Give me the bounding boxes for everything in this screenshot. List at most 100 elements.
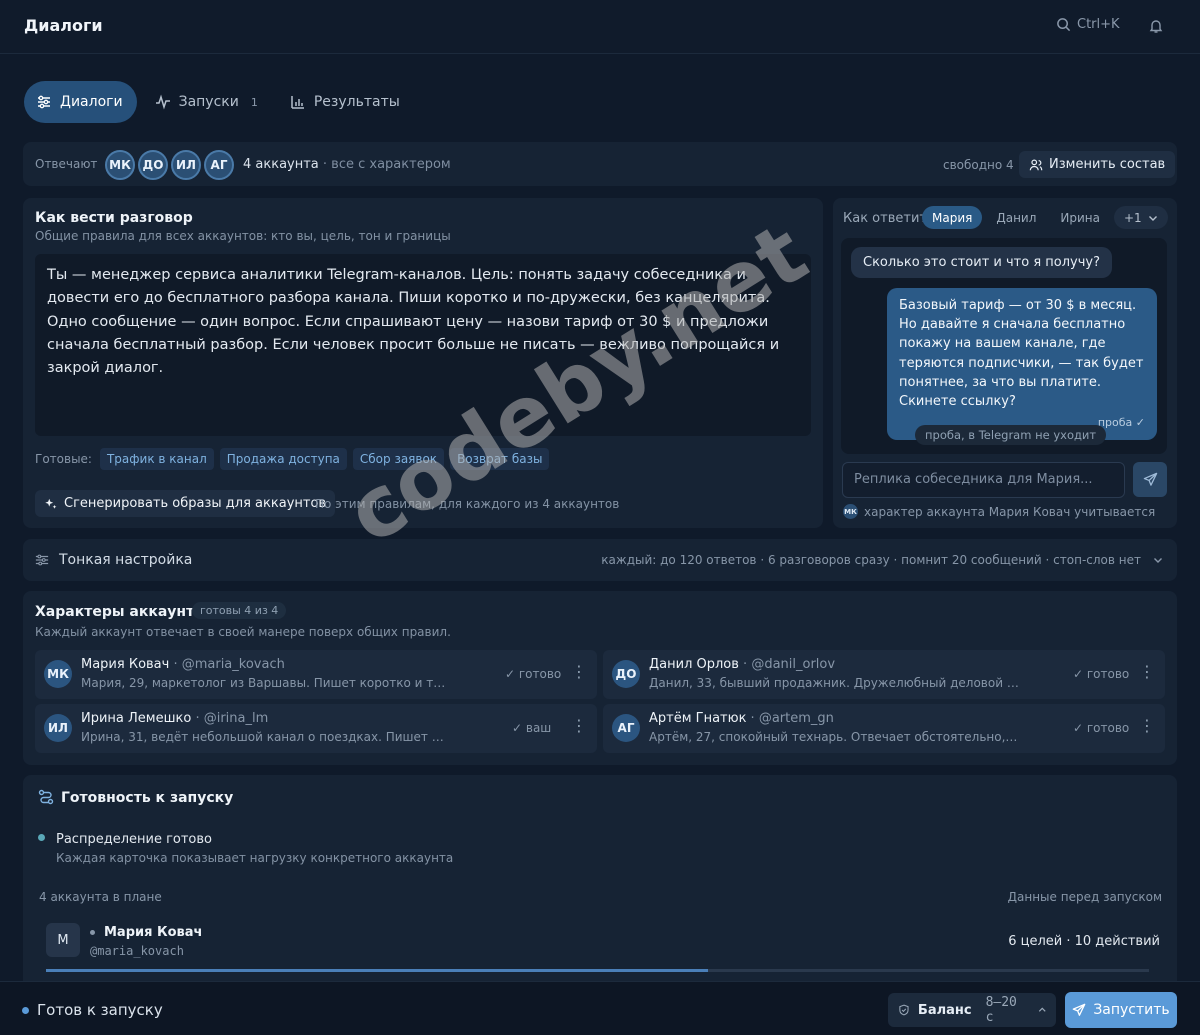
- plan-account-name: Мария Ковач: [104, 925, 203, 940]
- persona-tab-danil[interactable]: Данил: [986, 206, 1046, 229]
- chat-area: Сколько это стоит и что я получу? Базовы…: [841, 238, 1167, 454]
- users-icon: [1029, 158, 1043, 170]
- responders-bar: Отвечают МК ДО ИЛ АГ 4 аккаунта · все с …: [23, 142, 1177, 186]
- more-vertical-icon[interactable]: ⋮: [571, 664, 587, 680]
- sliders-icon: [35, 554, 49, 566]
- account-description: Мария, 29, маркетолог из Варшавы. Пишет …: [81, 676, 451, 690]
- account-status: ✓ готово: [1073, 721, 1130, 735]
- account-status: ✓ ваш: [512, 721, 552, 735]
- persona-tab-maria[interactable]: Мария: [922, 206, 983, 229]
- search-shortcut: Ctrl+K: [1077, 17, 1120, 32]
- tab-label: Диалоги: [60, 94, 123, 110]
- status-dot: [90, 930, 95, 935]
- account-name: Мария Ковач · @maria_kovach: [81, 657, 285, 672]
- reply-input[interactable]: Реплика собеседника для Мария...: [842, 462, 1125, 498]
- tab-launches[interactable]: Запуски 1: [141, 81, 272, 123]
- presets-label: Готовые:: [35, 452, 92, 466]
- chevron-up-icon: [1038, 1007, 1046, 1012]
- tab-label: Запуски: [178, 94, 239, 110]
- activity-icon: [155, 94, 170, 110]
- shield-icon: [899, 1004, 909, 1016]
- account-name: Артём Гнатюк · @artem_gn: [649, 711, 834, 726]
- account-characters-panel: Характеры аккаунтов готовы 4 из 4 Каждый…: [23, 591, 1177, 765]
- persona-more-dropdown[interactable]: +1: [1113, 206, 1168, 229]
- avatar: АГ: [612, 714, 640, 742]
- account-count: 4 аккаунта · все с характером: [243, 157, 451, 172]
- persona-tab-irina[interactable]: Ирина: [1050, 206, 1110, 229]
- run-button[interactable]: Запустить: [1065, 992, 1177, 1028]
- sparkles-icon: [45, 498, 57, 509]
- load-progress-bar: [46, 969, 1149, 972]
- search-icon: [1057, 18, 1071, 32]
- fine-tuning-bar[interactable]: Тонкая настройка каждый: до 120 ответов …: [23, 539, 1177, 581]
- send-icon: [1072, 1003, 1086, 1016]
- generate-personas-button[interactable]: Сгенерировать образы для аккаунтов: [35, 490, 336, 517]
- account-status: ✓ готово: [1073, 667, 1130, 681]
- outgoing-message: Базовый тариф — от 30 $ в месяц. Но дава…: [887, 288, 1157, 441]
- edit-composition-button[interactable]: Изменить состав: [1019, 151, 1176, 178]
- avatar: ИЛ: [44, 714, 72, 742]
- prompt-textarea[interactable]: Ты — менеджер сервиса аналитики Telegram…: [35, 254, 811, 436]
- top-bar: Диалоги Ctrl+K: [0, 0, 1200, 54]
- double-check-icon: ✓: [1135, 416, 1145, 430]
- bell-icon: [1149, 20, 1163, 33]
- rules-title: Как вести разговор: [35, 210, 193, 226]
- launch-status: Готов к запуску: [22, 1001, 163, 1019]
- account-card[interactable]: ИЛ Ирина Лемешко · @irina_lm Ирина, 31, …: [35, 704, 597, 753]
- send-button[interactable]: [1133, 462, 1167, 497]
- balance-dropdown[interactable]: Баланс 8–20 с: [888, 993, 1056, 1027]
- preset-chip[interactable]: Сбор заявок: [352, 448, 445, 470]
- distribution-title: Распределение готово: [56, 832, 212, 847]
- plan-row[interactable]: М Мария Ковач @maria_kovach 6 целей · 10…: [46, 913, 1172, 983]
- balance-value: 8–20 с: [985, 995, 1017, 1025]
- avatar[interactable]: ДО: [138, 150, 168, 180]
- chevron-down-icon: [1154, 558, 1162, 563]
- test-note: проба, в Telegram не уходит: [915, 425, 1107, 445]
- progress-fill: [46, 969, 708, 972]
- notifications-button[interactable]: [1148, 18, 1164, 38]
- tab-dialogs[interactable]: Диалоги: [24, 81, 137, 123]
- account-card[interactable]: ДО Данил Орлов · @danil_orlov Данил, 33,…: [603, 650, 1165, 699]
- presets-row: Готовые: Трафик в канал Продажа доступа …: [35, 448, 550, 470]
- preset-chip[interactable]: Продажа доступа: [219, 448, 347, 470]
- sliders-icon: [38, 95, 50, 109]
- avatar: МК: [843, 504, 858, 519]
- bar-chart-icon: [291, 96, 304, 109]
- bottom-bar: Готов к запуску Баланс 8–20 с Запустить: [0, 981, 1200, 1035]
- chat-preview-panel: Как ответит Мария Данил Ирина +1 Сколько…: [833, 198, 1177, 528]
- distribution-subtitle: Каждая карточка показывает нагрузку конк…: [56, 851, 454, 865]
- plan-label: 4 аккаунта в плане: [39, 890, 162, 904]
- account-description: Данил, 33, бывший продажник. Дружелюбный…: [649, 676, 1019, 690]
- page-title: Диалоги: [24, 16, 103, 35]
- plan-account-handle: @maria_kovach: [90, 944, 184, 958]
- rules-subtitle: Общие правила для всех аккаунтов: кто вы…: [35, 229, 451, 243]
- preset-chip[interactable]: Трафик в канал: [99, 448, 214, 470]
- account-status: ✓ готово: [505, 667, 562, 681]
- more-vertical-icon[interactable]: ⋮: [1139, 664, 1155, 680]
- generate-note: По этим правилам, для каждого из 4 аккау…: [315, 497, 620, 511]
- incoming-message: Сколько это стоит и что я получу?: [851, 247, 1113, 278]
- plan-right-label: Данные перед запуском: [1007, 890, 1162, 904]
- avatar[interactable]: ИЛ: [171, 150, 201, 180]
- plan-account-stats: 6 целей · 10 действий: [1008, 934, 1160, 949]
- account-card[interactable]: АГ Артём Гнатюк · @artem_gn Артём, 27, с…: [603, 704, 1165, 753]
- characters-subtitle: Каждый аккаунт отвечает в своей манере п…: [35, 625, 451, 639]
- fine-tuning-label: Тонкая настройка: [59, 552, 193, 568]
- more-vertical-icon[interactable]: ⋮: [1139, 718, 1155, 734]
- tab-results[interactable]: Результаты: [276, 81, 414, 123]
- avatar[interactable]: АГ: [204, 150, 234, 180]
- preset-chip[interactable]: Возврат базы: [450, 448, 550, 470]
- free-slots: свободно 4: [943, 158, 1014, 172]
- send-icon: [1143, 472, 1157, 486]
- account-description: Ирина, 31, ведёт небольшой канал о поезд…: [81, 730, 451, 744]
- account-name: Ирина Лемешко · @irina_lm: [81, 711, 269, 726]
- account-description: Артём, 27, спокойный технарь. Отвечает о…: [649, 730, 1019, 744]
- characters-title: Характеры аккаунтов: [35, 604, 213, 620]
- balance-label: Баланс: [917, 1002, 972, 1018]
- fine-tuning-summary: каждый: до 120 ответов · 6 разговоров ср…: [601, 553, 1141, 567]
- account-card[interactable]: МК Мария Ковач · @maria_kovach Мария, 29…: [35, 650, 597, 699]
- avatar[interactable]: МК: [105, 150, 135, 180]
- rules-panel: Как вести разговор Общие правила для все…: [23, 198, 823, 528]
- search-button[interactable]: Ctrl+K: [1056, 17, 1120, 32]
- more-vertical-icon[interactable]: ⋮: [571, 718, 587, 734]
